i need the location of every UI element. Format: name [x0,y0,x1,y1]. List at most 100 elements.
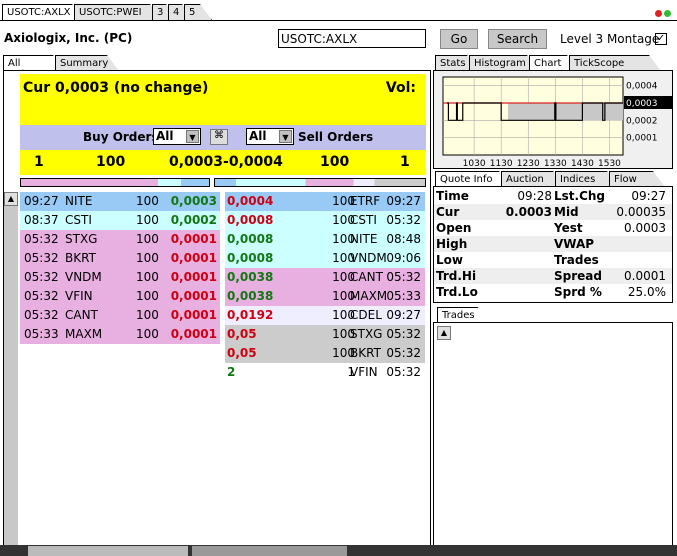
level3-checkbox[interactable]: ✓ [655,33,667,45]
market-maker: CSTI [350,213,377,227]
order-time: 05:32 [386,270,421,284]
order-time: 09:27 [386,194,421,208]
buy-order-row[interactable]: 05:33 MAXM 100 0,0001 [20,325,220,344]
order-price: 0,0008 [227,232,274,246]
tab-left-1[interactable]: Summary [55,55,119,71]
market-maker: VFIN [65,289,93,303]
sell-order-row[interactable]: 0,05 100 STXG 05:32 [225,325,425,344]
quote-value: 0.0003 [505,205,552,219]
tab-window-0[interactable]: USOTC:AXLX [2,4,84,20]
go-button[interactable]: Go [440,29,478,49]
market-maker: MAXM [65,327,103,341]
order-time: 05:32 [24,270,59,284]
order-time: 05:32 [386,213,421,227]
buy-order-row[interactable]: 05:32 STXG 100 0,0001 [20,230,220,249]
order-size: 100 [136,232,159,246]
buy-count: 1 [34,154,44,170]
sell-size: 100 [320,154,350,170]
order-size: 100 [136,327,159,341]
symbol-input[interactable] [278,29,426,48]
tab-trades[interactable]: Trades [437,307,490,323]
taskbar-app-button[interactable] [192,546,347,556]
order-price: 0,0038 [227,270,274,284]
y-tick-label: 0,0001 [626,134,658,144]
close-dot-icon[interactable] [655,10,662,17]
market-maker: CANT [350,270,383,284]
y-tick-label: 0,0002 [626,116,658,126]
scrollbar[interactable]: ▲ [4,192,18,545]
quote-label: Lst.Chg [554,189,606,203]
order-price: 2 [227,365,236,379]
tab-window-4[interactable]: 5 [184,4,212,20]
vol-label: Vol: [385,80,416,96]
tab-right-3[interactable]: TickScope [569,55,661,71]
market-maker: MAXM [350,289,388,303]
quote-row: Low Trades [434,252,672,268]
order-time: 05:32 [24,251,59,265]
order-time: 05:32 [386,327,421,341]
buy-order-row[interactable]: 08:37 CSTI 100 0,0002 [20,211,220,230]
x-tick-label: 1130 [490,159,513,168]
order-price: 0,0008 [227,251,274,265]
tab-quote-0[interactable]: Quote Info [435,171,511,187]
scroll-up-icon[interactable]: ▲ [4,192,18,206]
sell-filter-select[interactable]: All ▼ [246,128,294,145]
quote-row: Open Yest 0.0003 [434,220,672,236]
trades-panel: ▲ [433,322,673,546]
quote-label: Sprd % [554,285,602,299]
buy-order-row[interactable]: 05:32 BKRT 100 0,0001 [20,249,220,268]
quote-row: Time 09:28 Lst.Chg 09:27 [434,188,672,204]
market-maker: BKRT [350,346,381,360]
buy-filter-value: All [156,129,174,143]
y-tick-label: 0,0004 [626,82,658,92]
order-price: 0,05 [227,346,257,360]
tab-right-1[interactable]: Histogram [469,55,539,71]
sell-order-row[interactable]: 0,0008 100 VNDM 09:06 [225,249,425,268]
order-price: 0,0001 [170,251,217,265]
quote-row: High VWAP [434,236,672,252]
market-maker: NITE [350,232,378,246]
quote-label: Trd.Lo [436,285,478,299]
sell-order-row[interactable]: 0,0004 100 ETRF 09:27 [225,192,425,211]
order-price: 0,0192 [227,308,274,322]
order-size: 100 [136,308,159,322]
buy-order-row[interactable]: 05:32 VFIN 100 0,0001 [20,287,220,306]
sell-order-row[interactable]: 0,0038 100 MAXM 05:33 [225,287,425,306]
sell-order-row[interactable]: 0,0192 100 CDEL 09:27 [225,306,425,325]
x-tick-label: 1030 [463,159,486,168]
search-button[interactable]: Search [488,29,547,49]
link-icon[interactable]: ⌘ [210,129,228,145]
buy-order-row[interactable]: 09:27 NITE 100 0,0003 [20,192,220,211]
sell-order-row[interactable]: 0,0008 100 NITE 08:48 [225,230,425,249]
order-time: 05:32 [24,232,59,246]
order-price: 0,0004 [227,194,274,208]
sell-order-row[interactable]: 0,0008 100 CSTI 05:32 [225,211,425,230]
quote-row: Trd.Hi Spread 0.0001 [434,268,672,284]
company-name: Axiologix, Inc. (PC) [4,31,133,45]
tab-quote-3[interactable]: Flow [609,171,665,187]
buy-order-row[interactable]: 05:32 CANT 100 0,0001 [20,306,220,325]
scroll-up-icon[interactable]: ▲ [437,326,451,340]
buy-order-row[interactable]: 05:32 VNDM 100 0,0001 [20,268,220,287]
order-size: 100 [136,270,159,284]
order-price: 0,0003 [170,194,217,208]
sell-order-row[interactable]: 0,05 100 BKRT 05:32 [225,344,425,363]
order-price: 0,0001 [170,289,217,303]
filter-bar: Buy Orders All ▼ ⌘ All ▼ Sell Orders [20,125,426,150]
buy-filter-select[interactable]: All ▼ [153,128,201,145]
market-maker: VNDM [65,270,102,284]
spread-band [507,103,623,121]
market-maker: NITE [65,194,93,208]
tab-window-1[interactable]: USOTC:PWEI [74,4,162,20]
order-time: 05:33 [386,289,421,303]
quote-label: Time [436,189,469,203]
quote-value: 25.0% [627,285,666,299]
sell-order-row[interactable]: 0,0038 100 CANT 05:32 [225,268,425,287]
spread-text: 0,0003-0,0004 [169,154,283,170]
sell-order-row[interactable]: 2 1 VFIN 05:32 [225,363,425,382]
quote-value: 09:27 [631,189,666,203]
taskbar-app-button[interactable] [28,546,188,556]
x-tick-label: 1230 [517,159,540,168]
quote-value: 09:28 [517,189,552,203]
sell-count: 1 [400,154,410,170]
